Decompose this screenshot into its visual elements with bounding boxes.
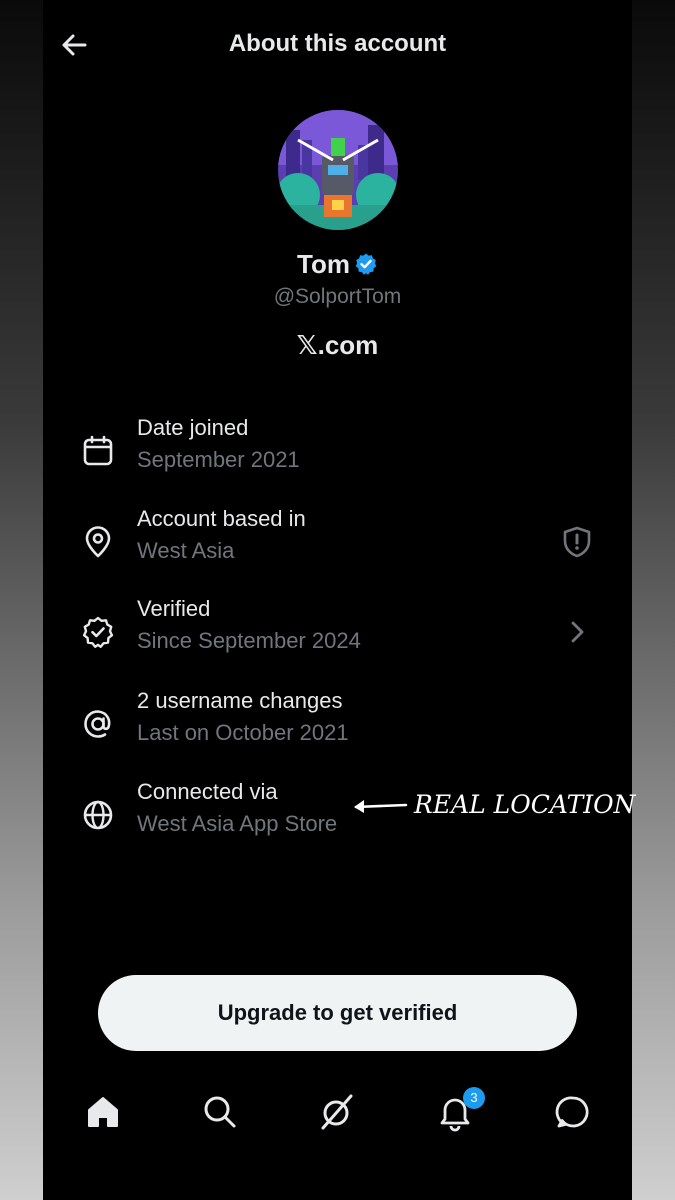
arrow-left-icon	[350, 796, 410, 823]
grok-icon[interactable]	[317, 1092, 357, 1132]
profile-name-row: Tom	[43, 249, 632, 283]
detail-row-date-joined: Date joined September 2021	[43, 415, 632, 485]
annotation-overlay: REAL LOCATION	[350, 790, 640, 824]
chevron-right-icon[interactable]	[560, 615, 594, 649]
verified-badge-icon	[354, 252, 378, 283]
globe-icon	[81, 798, 115, 832]
detail-row-username-changes: 2 username changes Last on October 2021	[43, 688, 632, 758]
page-title: About this account	[228, 30, 447, 57]
at-sign-icon	[81, 707, 115, 741]
app-screen: About this account Tom @SolportTom 𝕏.com…	[43, 0, 632, 1200]
detail-title: 2 username changes	[137, 688, 343, 713]
messages-icon[interactable]	[553, 1092, 593, 1132]
detail-value: September 2021	[137, 447, 300, 472]
home-icon[interactable]	[83, 1092, 123, 1132]
shield-alert-icon[interactable]	[560, 525, 594, 559]
location-pin-icon	[81, 525, 115, 559]
detail-row-account-based-in: Account based in West Asia	[43, 506, 632, 576]
bottom-nav: 3	[43, 1082, 632, 1142]
profile-name: Tom	[297, 249, 350, 279]
top-bar: About this account	[43, 0, 632, 90]
profile-handle: @SolportTom	[273, 285, 402, 308]
verified-check-icon	[81, 615, 115, 649]
detail-value: Since September 2024	[137, 628, 361, 653]
annotation-text: REAL LOCATION	[414, 790, 636, 819]
detail-title: Connected via	[137, 779, 278, 804]
detail-value: Last on October 2021	[137, 720, 349, 745]
detail-value: West Asia App Store	[137, 811, 338, 836]
detail-value: West Asia	[137, 538, 235, 563]
avatar[interactable]	[278, 110, 398, 230]
detail-title: Date joined	[137, 415, 249, 440]
search-icon[interactable]	[200, 1092, 240, 1132]
upgrade-verified-button[interactable]: Upgrade to get verified	[98, 975, 577, 1051]
notification-count-badge: 3	[463, 1087, 485, 1109]
platform-label: 𝕏.com	[296, 330, 379, 360]
detail-title: Verified	[137, 596, 211, 621]
detail-row-verified[interactable]: Verified Since September 2024	[43, 596, 632, 666]
detail-title: Account based in	[137, 506, 306, 531]
calendar-icon	[81, 434, 115, 468]
